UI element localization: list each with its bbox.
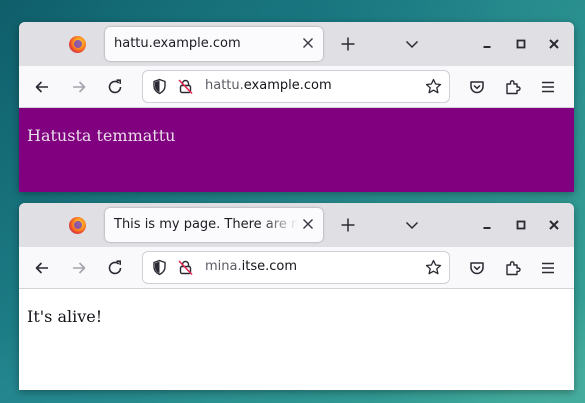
url-text[interactable]: mina.itse.com [205, 259, 297, 274]
forward-button[interactable] [70, 259, 88, 277]
back-button[interactable] [33, 259, 51, 277]
page-content: Hatusta temmattu [19, 108, 574, 192]
tab-title: hattu.example.com [114, 36, 241, 51]
reload-button[interactable] [106, 78, 124, 96]
minimize-button[interactable] [479, 36, 495, 52]
minimize-button[interactable] [479, 217, 495, 233]
pocket-button[interactable] [468, 259, 486, 277]
url-host: example.com [243, 78, 332, 93]
extensions-button[interactable] [504, 78, 522, 96]
hamburger-menu-button[interactable] [539, 78, 557, 96]
reload-button[interactable] [106, 259, 124, 277]
tab-bar: This is my page. There are many like it [19, 203, 574, 247]
tab-bar: hattu.example.com [19, 22, 574, 66]
hamburger-menu-button[interactable] [539, 259, 557, 277]
pocket-button[interactable] [468, 78, 486, 96]
shield-icon[interactable] [151, 78, 168, 95]
tab-active[interactable]: This is my page. There are many like it [105, 208, 323, 242]
extensions-button[interactable] [504, 259, 522, 277]
close-window-button[interactable] [546, 36, 562, 52]
close-icon[interactable] [300, 216, 316, 232]
maximize-button[interactable] [513, 36, 529, 52]
bookmark-star-button[interactable] [425, 78, 442, 95]
url-text[interactable]: hattu.example.com [205, 78, 332, 93]
back-button[interactable] [33, 78, 51, 96]
tab-title: This is my page. There are many like it [114, 217, 298, 232]
maximize-button[interactable] [513, 217, 529, 233]
firefox-logo-icon [69, 217, 86, 234]
close-icon[interactable] [300, 35, 316, 51]
list-all-tabs-button[interactable] [404, 36, 420, 52]
page-body-text: It's alive! [27, 307, 103, 326]
new-tab-button[interactable] [340, 217, 356, 233]
page-content: It's alive! [19, 289, 574, 390]
url-bar[interactable]: mina.itse.com [143, 252, 449, 283]
list-all-tabs-button[interactable] [404, 217, 420, 233]
forward-button[interactable] [70, 78, 88, 96]
url-prefix: mina. [205, 259, 242, 274]
bookmark-star-button[interactable] [425, 259, 442, 276]
url-host: itse.com [241, 259, 298, 274]
browser-window-1: hattu.example.com hattu.example.com Hatu… [19, 22, 574, 192]
lock-slash-icon[interactable] [177, 259, 194, 276]
url-bar[interactable]: hattu.example.com [143, 71, 449, 102]
browser-window-2: This is my page. There are many like it [19, 203, 574, 390]
lock-slash-icon[interactable] [177, 78, 194, 95]
url-prefix: hattu. [205, 78, 244, 93]
close-window-button[interactable] [546, 217, 562, 233]
new-tab-button[interactable] [340, 36, 356, 52]
nav-bar: hattu.example.com [19, 66, 574, 108]
firefox-logo-icon [69, 36, 86, 53]
page-heading-text: Hatusta temmattu [27, 126, 176, 145]
tab-active[interactable]: hattu.example.com [105, 27, 323, 61]
nav-bar: mina.itse.com [19, 247, 574, 289]
shield-icon[interactable] [151, 259, 168, 276]
